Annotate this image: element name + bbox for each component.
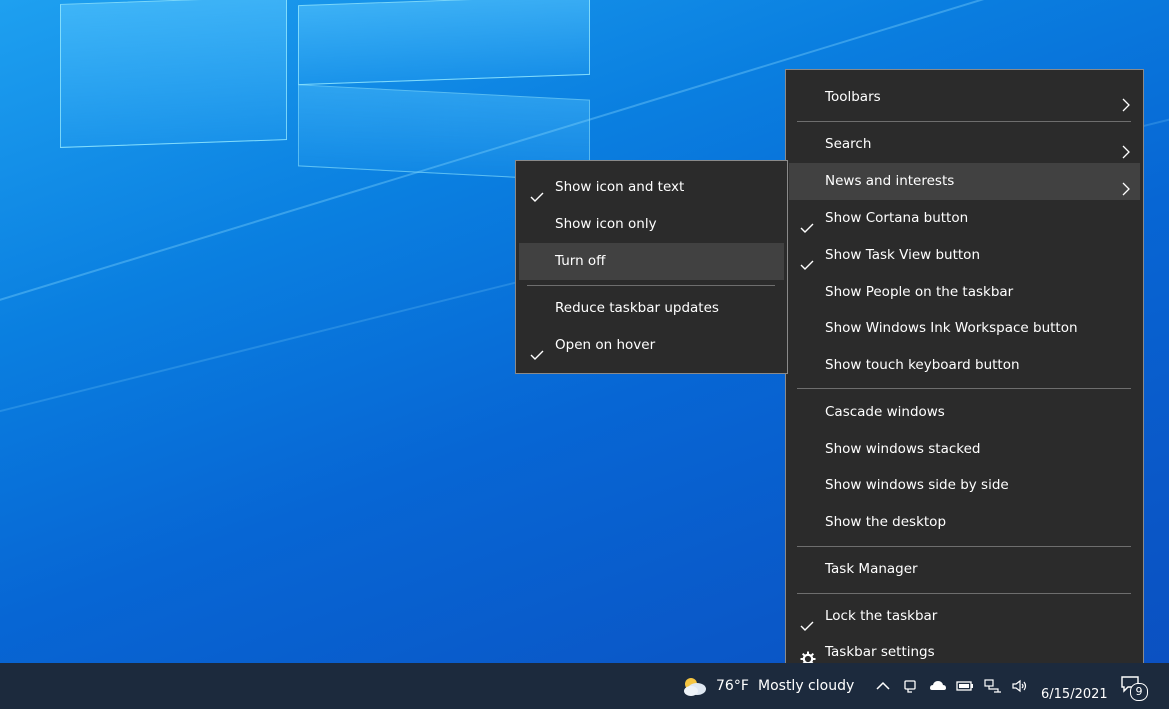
menu-separator [797,121,1131,122]
taskbar-date[interactable]: 6/15/2021 [1041,672,1108,718]
onedrive-icon[interactable] [929,678,947,694]
menu-item-label: Show Cortana button [825,210,969,226]
menu-item-label: News and interests [825,173,955,189]
menu-item-search[interactable]: Search [789,126,1140,163]
menu-separator [797,388,1131,389]
menu-item-show-the-desktop[interactable]: Show the desktop [789,504,1140,541]
weather-temperature: 76°F [716,678,749,694]
news-and-interests-submenu: Show icon and text Show icon only Turn off… [515,160,788,374]
menu-item-label: Lock the taskbar [825,608,938,624]
chevron-right-icon [1122,137,1130,159]
menu-item-label: Cascade windows [825,404,945,420]
gear-icon [800,645,816,667]
menu-item-label: Show Task View button [825,247,980,263]
menu-separator [527,285,775,286]
menu-item-label: Show windows side by side [825,477,1009,493]
menu-item-show-touch-keyboard-button[interactable]: Show touch keyboard button [789,347,1140,384]
menu-item-label: Show Windows Ink Workspace button [825,320,1078,336]
menu-item-show-task-view-button[interactable]: Show Task View button [789,237,1140,274]
menu-item-reduce-taskbar-updates[interactable]: Reduce taskbar updates [519,290,784,327]
notification-center-button[interactable]: 9 [1120,675,1150,701]
meet-now-icon[interactable] [902,678,920,694]
menu-separator [797,593,1131,594]
windows-logo-pane-top-left [60,0,287,148]
checkmark-icon [530,181,544,202]
menu-item-label: Show the desktop [825,514,947,530]
network-icon[interactable] [984,678,1002,694]
menu-item-show-cortana-button[interactable]: Show Cortana button [789,200,1140,237]
menu-item-news-and-interests[interactable]: News and interests [789,163,1140,200]
menu-separator [797,546,1131,547]
menu-item-open-on-hover[interactable]: Open on hover [519,327,784,364]
menu-item-label: Reduce taskbar updates [555,300,719,316]
checkmark-icon [800,249,814,270]
menu-item-label: Show People on the taskbar [825,284,1014,300]
windows-logo-pane-top-right [298,0,590,86]
menu-item-turn-off[interactable]: Turn off [519,243,784,280]
battery-icon[interactable] [956,678,974,694]
menu-item-show-windows-side-by-side[interactable]: Show windows side by side [789,467,1140,504]
menu-item-task-manager[interactable]: Task Manager [789,551,1140,588]
menu-item-label: Show icon and text [555,179,685,195]
checkmark-icon [800,212,814,233]
checkmark-icon [800,610,814,631]
weather-widget[interactable]: 76°F Mostly cloudy [676,663,860,709]
menu-item-show-people-on-the-taskbar[interactable]: Show People on the taskbar [789,274,1140,311]
menu-item-lock-the-taskbar[interactable]: Lock the taskbar [789,598,1140,635]
menu-item-cascade-windows[interactable]: Cascade windows [789,394,1140,431]
menu-item-label: Turn off [555,253,606,269]
weather-condition: Mostly cloudy [758,678,855,694]
menu-item-show-icon-and-text[interactable]: Show icon and text [519,169,784,206]
menu-item-label: Show icon only [555,216,657,232]
notification-count-badge: 9 [1130,683,1148,701]
menu-item-show-icon-only[interactable]: Show icon only [519,206,784,243]
partly-cloudy-icon [684,678,706,696]
menu-item-label: Search [825,136,872,152]
menu-item-toolbars[interactable]: Toolbars [789,79,1140,116]
menu-item-show-windows-stacked[interactable]: Show windows stacked [789,431,1140,468]
menu-item-label: Show touch keyboard button [825,357,1020,373]
chevron-right-icon [1122,174,1130,196]
volume-icon[interactable] [1011,678,1029,694]
menu-item-label: Task Manager [825,561,918,577]
taskbar: 76°F Mostly cloudy 6/15/2021 9 [0,663,1169,709]
chevron-up-icon[interactable] [874,678,892,694]
taskbar-context-menu: Toolbars Search News and interests Show Cor… [785,69,1144,682]
chevron-right-icon [1122,90,1130,112]
menu-item-label: Toolbars [825,89,881,105]
menu-item-show-windows-ink-workspace-button[interactable]: Show Windows Ink Workspace button [789,310,1140,347]
menu-item-label: Open on hover [555,337,656,353]
checkmark-icon [530,339,544,360]
menu-item-label: Show windows stacked [825,441,981,457]
